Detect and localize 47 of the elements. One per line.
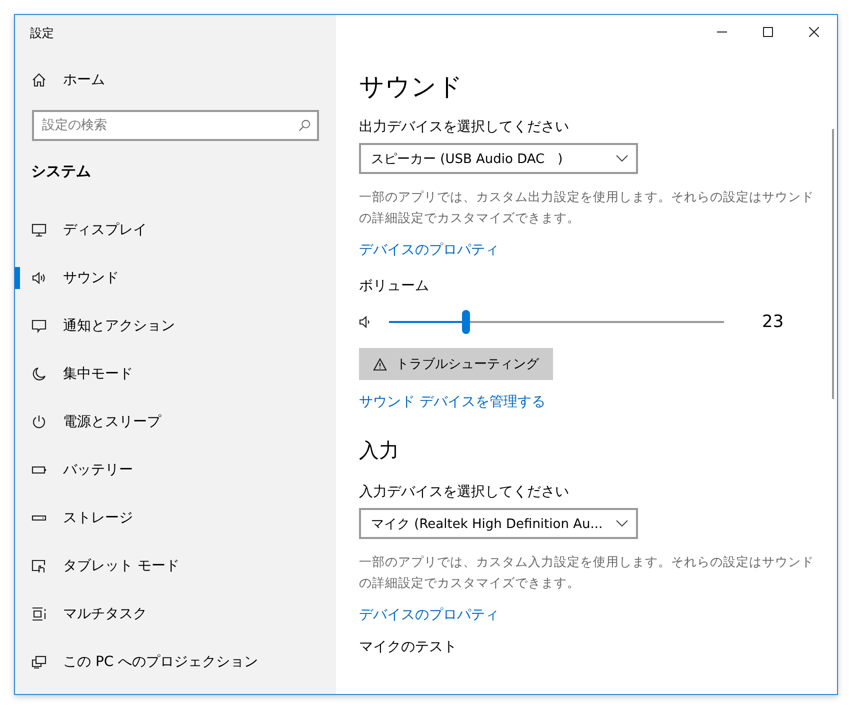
manage-devices-link[interactable]: サウンド デバイスを管理する bbox=[359, 392, 546, 412]
chevron-down-icon bbox=[616, 155, 628, 162]
sidebar-item[interactable]: 通知とアクション bbox=[15, 302, 336, 350]
tablet-touch-icon bbox=[31, 558, 47, 574]
maximize-icon bbox=[763, 27, 773, 37]
scrollbar[interactable] bbox=[832, 129, 834, 399]
output-device-dropdown[interactable]: スピーカー (USB Audio DAC ) bbox=[359, 143, 638, 174]
sidebar-item[interactable]: 集中モード bbox=[15, 350, 336, 398]
slider-thumb[interactable] bbox=[462, 310, 470, 334]
device-properties-link[interactable]: デバイスのプロパティ bbox=[359, 240, 499, 260]
search-field[interactable]: 設定の検索 bbox=[32, 110, 319, 141]
home-nav-item[interactable]: ホーム bbox=[15, 64, 336, 96]
volume-value: 23 bbox=[762, 312, 784, 332]
close-icon bbox=[809, 27, 819, 37]
home-icon bbox=[31, 72, 47, 88]
speaker-icon bbox=[31, 270, 47, 286]
input-device-dropdown[interactable]: マイク (Realtek High Definition Au... bbox=[359, 508, 638, 539]
troubleshoot-button[interactable]: トラブルシューティング bbox=[359, 348, 553, 380]
speech-bubble-icon bbox=[31, 318, 47, 334]
speaker-icon bbox=[359, 315, 371, 329]
sidebar-item[interactable]: 電源とスリープ bbox=[15, 398, 336, 446]
field-label: 入力デバイスを選択してください bbox=[359, 483, 570, 502]
search-icon bbox=[298, 119, 311, 132]
field-label: マイクのテスト bbox=[359, 638, 458, 657]
sidebar-item[interactable]: ストレージ bbox=[15, 494, 336, 542]
sidebar-item[interactable]: マルチタスク bbox=[15, 590, 336, 638]
section-heading: 入力 bbox=[359, 437, 400, 464]
projection-icon bbox=[31, 654, 47, 670]
sidebar-item[interactable]: バッテリー bbox=[15, 446, 336, 494]
multitask-icon bbox=[31, 606, 47, 622]
window-title: 設定 bbox=[29, 25, 55, 41]
sidebar-item[interactable]: この PC へのプロジェクション bbox=[15, 638, 336, 686]
sidebar-item[interactable]: タブレット モード bbox=[15, 542, 336, 590]
field-label: ボリューム bbox=[359, 277, 430, 296]
section-heading: システム bbox=[30, 162, 92, 182]
sidebar-item[interactable]: サウンド bbox=[15, 254, 336, 302]
warning-icon bbox=[373, 358, 387, 370]
device-properties-link[interactable]: デバイスのプロパティ bbox=[359, 605, 499, 625]
power-icon bbox=[31, 414, 47, 430]
field-label: 出力デバイスを選択してください bbox=[359, 118, 570, 137]
moon-icon bbox=[31, 366, 47, 382]
description-text: 一部のアプリでは、カスタム出力設定を使用します。それらの設定はサウンドの詳細設定でカスタマイズできます。 bbox=[359, 188, 814, 227]
page-title: サウンド bbox=[359, 71, 464, 103]
chevron-down-icon bbox=[616, 520, 628, 527]
description-text: 一部のアプリでは、カスタム入力設定を使用します。それらの設定はサウンドの詳細設定でカスタマイズできます。 bbox=[359, 553, 814, 592]
monitor-icon bbox=[31, 222, 47, 238]
sidebar-item[interactable]: ディスプレイ bbox=[15, 206, 336, 254]
